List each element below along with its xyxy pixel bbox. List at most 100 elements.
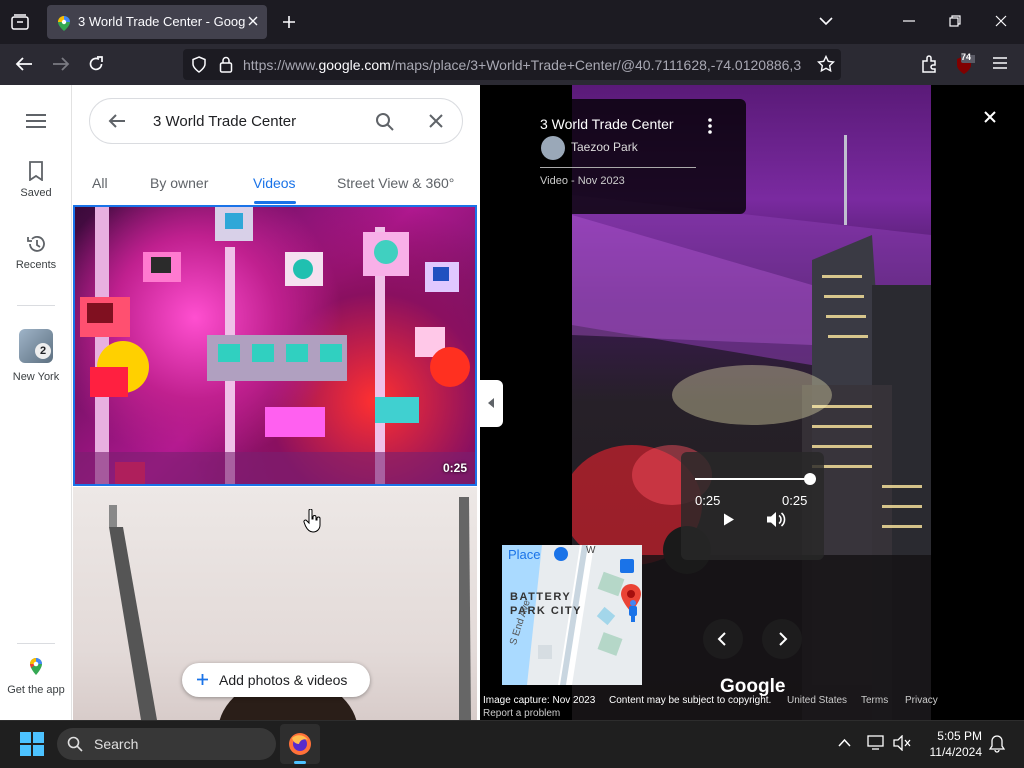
windows-start-icon[interactable] [20, 732, 44, 756]
network-icon[interactable] [867, 735, 885, 751]
tab-overflow-chevron-icon[interactable] [819, 16, 833, 26]
tray-chevron-up-icon[interactable] [838, 738, 851, 747]
add-photos-videos-button[interactable]: Add photos & videos [182, 663, 370, 697]
extension-badge: 74 [961, 52, 972, 62]
volume-icon[interactable] [766, 511, 786, 528]
get-app-label: Get the app [7, 684, 65, 696]
seek-track[interactable] [695, 478, 810, 480]
map-street-w-label: W [586, 545, 596, 556]
saved-button[interactable]: Saved [0, 161, 72, 199]
lock-icon[interactable] [219, 56, 233, 73]
clear-search-icon[interactable] [429, 114, 443, 128]
get-app-button[interactable]: Get the app [0, 657, 72, 696]
viewer-footer: Image capture: Nov 2023 Content may be s… [480, 692, 1024, 720]
new-tab-icon[interactable] [282, 15, 296, 29]
video-date: Video - Nov 2023 [540, 175, 625, 187]
chevron-left-icon [717, 632, 743, 646]
volume-muted-icon[interactable] [893, 735, 911, 751]
clock-time: 5:05 PM [937, 729, 982, 743]
active-app-indicator [294, 761, 306, 764]
mouse-cursor-hand-icon [303, 509, 321, 533]
plus-icon [197, 674, 208, 685]
seek-fill [695, 478, 810, 480]
recents-label: Recents [15, 259, 57, 271]
previous-button[interactable] [703, 619, 743, 659]
window-close-icon[interactable] [995, 15, 1007, 27]
extensions-icon[interactable] [920, 55, 938, 73]
tracking-shield-icon[interactable] [191, 56, 207, 73]
tab-close-icon[interactable] [247, 15, 259, 27]
art-installation-illustration [75, 207, 475, 484]
back-icon[interactable] [15, 56, 33, 72]
video-info-card: 3 World Trade Center Taezoo Park Video -… [523, 99, 746, 214]
reload-icon[interactable] [88, 56, 104, 72]
author-avatar[interactable] [541, 136, 565, 160]
play-icon[interactable] [723, 513, 735, 526]
tab-videos[interactable]: Videos [253, 175, 296, 191]
chevron-right-icon [778, 632, 802, 646]
report-problem-link[interactable]: Report a problem [483, 708, 560, 719]
rail-divider [17, 305, 55, 306]
new-york-label: New York [12, 371, 60, 383]
menu-icon[interactable] [26, 114, 46, 128]
mini-map[interactable]: Place W BATTERY PARK CITY S End Ave [502, 545, 642, 685]
tab-street-view[interactable]: Street View & 360° [337, 175, 454, 191]
recent-place-new-york[interactable]: 2 New York [0, 329, 72, 383]
search-query[interactable]: 3 World Trade Center [153, 113, 296, 130]
taskbar-search[interactable]: Search [57, 728, 276, 760]
terms-link[interactable]: Terms [861, 695, 888, 706]
back-arrow-icon[interactable] [108, 113, 126, 129]
tab-title: 3 World Trade Center - Google Maps [78, 14, 246, 29]
tab-all[interactable]: All [92, 175, 108, 191]
elapsed-time: 0:25 [695, 493, 721, 508]
restore-icon[interactable] [949, 15, 961, 27]
info-divider [540, 167, 696, 168]
firefox-icon [288, 732, 320, 756]
browser-tab-bar: 3 World Trade Center - Google Maps [0, 0, 1024, 44]
minimize-icon[interactable] [903, 20, 915, 22]
active-tab-indicator [254, 201, 296, 204]
tab-list-icon[interactable] [11, 14, 29, 30]
search-icon[interactable] [375, 112, 395, 132]
video-thumbnail-selected[interactable]: 0:25 [73, 205, 477, 486]
recent-count-badge: 2 [35, 343, 51, 359]
browser-tab-active[interactable]: 3 World Trade Center - Google Maps [47, 5, 267, 39]
taskbar-search-label: Search [94, 736, 139, 752]
search-box[interactable]: 3 World Trade Center [89, 98, 463, 144]
url-bar[interactable]: https://www.google.com/maps/place/3+Worl… [183, 49, 841, 80]
image-capture-date: Image capture: Nov 2023 [483, 695, 596, 706]
bookmark-star-icon[interactable] [817, 55, 835, 73]
seek-handle[interactable] [804, 473, 816, 485]
firefox-taskbar-button[interactable] [280, 724, 320, 764]
new-york-thumbnail: 2 [19, 329, 53, 363]
recents-button[interactable]: Recents [0, 234, 72, 271]
bookmark-icon [28, 161, 44, 181]
app-menu-icon[interactable] [993, 57, 1007, 69]
more-options-icon[interactable] [708, 118, 712, 134]
next-button[interactable] [762, 619, 802, 659]
maps-side-rail: Saved Recents 2 New York Get the app [0, 85, 72, 720]
pegman-icon [628, 600, 638, 622]
close-viewer-icon[interactable] [984, 111, 996, 123]
country-link[interactable]: United States [787, 695, 847, 706]
video-controls: 0:25 0:25 [681, 452, 824, 560]
google-maps-favicon [57, 15, 71, 31]
saved-label: Saved [20, 187, 52, 199]
clock-date: 11/4/2024 [929, 745, 983, 759]
caret-left-icon [488, 398, 503, 408]
tab-by-owner[interactable]: By owner [150, 175, 208, 191]
video-duration: 0:25 [442, 461, 467, 475]
rail-divider [17, 643, 55, 644]
add-photos-videos-label: Add photos & videos [219, 672, 348, 688]
forward-icon[interactable] [52, 56, 70, 72]
taskbar-search-icon [67, 736, 83, 752]
privacy-link[interactable]: Privacy [905, 695, 938, 706]
collapse-panel-button[interactable] [480, 380, 503, 427]
maps-pin-icon [29, 657, 43, 676]
map-place-label: Place [508, 547, 541, 562]
author-name[interactable]: Taezoo Park [571, 140, 638, 154]
notification-bell-icon[interactable] [989, 735, 1005, 753]
total-time: 0:25 [782, 493, 808, 508]
url-text: https://www.google.com/maps/place/3+Worl… [243, 57, 802, 73]
clock[interactable]: 5:05 PM 11/4/2024 [924, 729, 983, 759]
